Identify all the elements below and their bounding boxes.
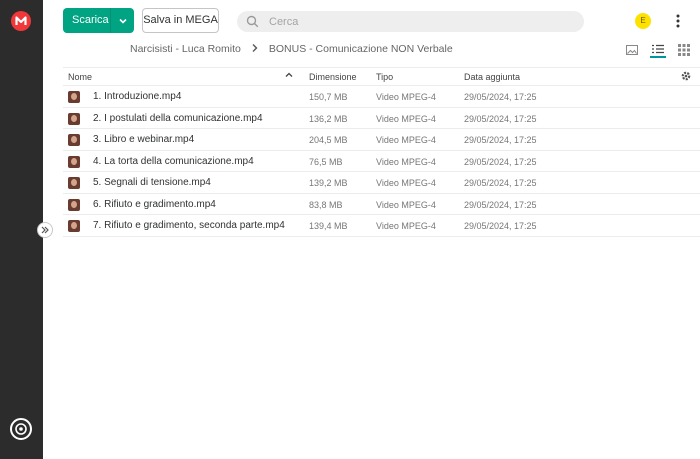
video-thumbnail bbox=[68, 220, 80, 232]
file-type: Video MPEG-4 bbox=[376, 92, 436, 102]
file-date: 29/05/2024, 17:25 bbox=[464, 199, 537, 210]
file-size: 150,7 MB bbox=[309, 92, 348, 102]
top-bar: Scarica Salva in MEGA E bbox=[43, 0, 700, 40]
grid-view-icon[interactable] bbox=[676, 42, 692, 58]
file-size: 83,8 MB bbox=[309, 199, 343, 210]
header-size[interactable]: Dimensione bbox=[309, 72, 357, 82]
download-button[interactable]: Scarica bbox=[63, 8, 134, 33]
breadcrumb-current[interactable]: BONUS - Comunicazione NON Verbale bbox=[269, 43, 453, 55]
file-name: 2. I postulati della comunicazione.mp4 bbox=[93, 112, 263, 124]
column-settings-gear-icon[interactable] bbox=[680, 70, 692, 84]
video-thumbnail bbox=[68, 198, 80, 211]
file-size: 139,4 MB bbox=[309, 221, 348, 231]
chevron-right-icon bbox=[251, 43, 259, 56]
search-icon bbox=[237, 15, 267, 28]
file-type: Video MPEG-4 bbox=[376, 178, 436, 188]
file-date: 29/05/2024, 17:25 bbox=[464, 92, 537, 102]
video-thumbnail bbox=[68, 112, 80, 125]
video-thumbnail bbox=[68, 155, 80, 168]
sync-icon[interactable] bbox=[10, 418, 32, 440]
table-body: 1. Introduzione.mp4 150,7 MB Video MPEG-… bbox=[63, 86, 700, 237]
file-name: 4. La torta della comunicazione.mp4 bbox=[93, 155, 254, 167]
header-type[interactable]: Tipo bbox=[376, 72, 393, 82]
list-view-icon[interactable] bbox=[650, 42, 666, 58]
table-row[interactable]: 4. La torta della comunicazione.mp4 76,5… bbox=[63, 151, 700, 172]
file-size: 139,2 MB bbox=[309, 178, 348, 188]
user-avatar[interactable]: E bbox=[635, 13, 651, 29]
expand-sidebar-button[interactable] bbox=[37, 222, 53, 238]
download-button-label: Scarica bbox=[72, 14, 109, 26]
file-date: 29/05/2024, 17:25 bbox=[464, 221, 537, 231]
table-row[interactable]: 7. Rifiuto e gradimento, seconda parte.m… bbox=[63, 215, 700, 237]
view-toggles bbox=[624, 42, 692, 58]
table-row[interactable]: 5. Segnali di tensione.mp4 139,2 MB Vide… bbox=[63, 172, 700, 194]
file-type: Video MPEG-4 bbox=[376, 199, 436, 210]
table-header: Nome Dimensione Tipo Data aggiunta bbox=[63, 67, 700, 86]
search-bar[interactable] bbox=[237, 11, 584, 32]
save-to-mega-button[interactable]: Salva in MEGA bbox=[142, 8, 219, 33]
file-type: Video MPEG-4 bbox=[376, 113, 436, 124]
file-type: Video MPEG-4 bbox=[376, 156, 436, 167]
sort-ascending-icon[interactable] bbox=[285, 71, 293, 81]
video-thumbnail bbox=[68, 177, 80, 189]
file-name: 5. Segnali di tensione.mp4 bbox=[93, 177, 211, 188]
file-name: 1. Introduzione.mp4 bbox=[93, 91, 182, 102]
file-name: 6. Rifiuto e gradimento.mp4 bbox=[93, 198, 216, 210]
file-date: 29/05/2024, 17:25 bbox=[464, 135, 537, 145]
header-date[interactable]: Data aggiunta bbox=[464, 72, 520, 82]
file-size: 76,5 MB bbox=[309, 156, 343, 167]
file-date: 29/05/2024, 17:25 bbox=[464, 156, 537, 167]
table-row[interactable]: 3. Libro e webinar.mp4 204,5 MB Video MP… bbox=[63, 129, 700, 151]
chevron-down-icon[interactable] bbox=[110, 8, 134, 33]
breadcrumb-parent[interactable]: Narcisisti - Luca Romito bbox=[130, 43, 241, 55]
mega-logo-icon[interactable] bbox=[11, 11, 31, 31]
search-input[interactable] bbox=[267, 15, 547, 28]
header-name[interactable]: Nome bbox=[68, 72, 92, 82]
file-date: 29/05/2024, 17:25 bbox=[464, 178, 537, 188]
breadcrumb: Narcisisti - Luca Romito BONUS - Comunic… bbox=[130, 42, 453, 56]
file-name: 7. Rifiuto e gradimento, seconda parte.m… bbox=[93, 220, 285, 231]
table-row[interactable]: 2. I postulati della comunicazione.mp4 1… bbox=[63, 108, 700, 129]
video-thumbnail bbox=[68, 91, 80, 103]
file-type: Video MPEG-4 bbox=[376, 135, 436, 145]
file-table: Nome Dimensione Tipo Data aggiunta 1. In… bbox=[63, 67, 700, 237]
file-type: Video MPEG-4 bbox=[376, 221, 436, 231]
video-thumbnail bbox=[68, 134, 80, 146]
more-options-icon[interactable] bbox=[673, 12, 683, 30]
file-date: 29/05/2024, 17:25 bbox=[464, 113, 537, 124]
file-size: 204,5 MB bbox=[309, 135, 348, 145]
file-name: 3. Libro e webinar.mp4 bbox=[93, 134, 195, 145]
table-row[interactable]: 1. Introduzione.mp4 150,7 MB Video MPEG-… bbox=[63, 86, 700, 108]
file-size: 136,2 MB bbox=[309, 113, 348, 124]
thumbnail-view-icon[interactable] bbox=[624, 42, 640, 58]
table-row[interactable]: 6. Rifiuto e gradimento.mp4 83,8 MB Vide… bbox=[63, 194, 700, 215]
